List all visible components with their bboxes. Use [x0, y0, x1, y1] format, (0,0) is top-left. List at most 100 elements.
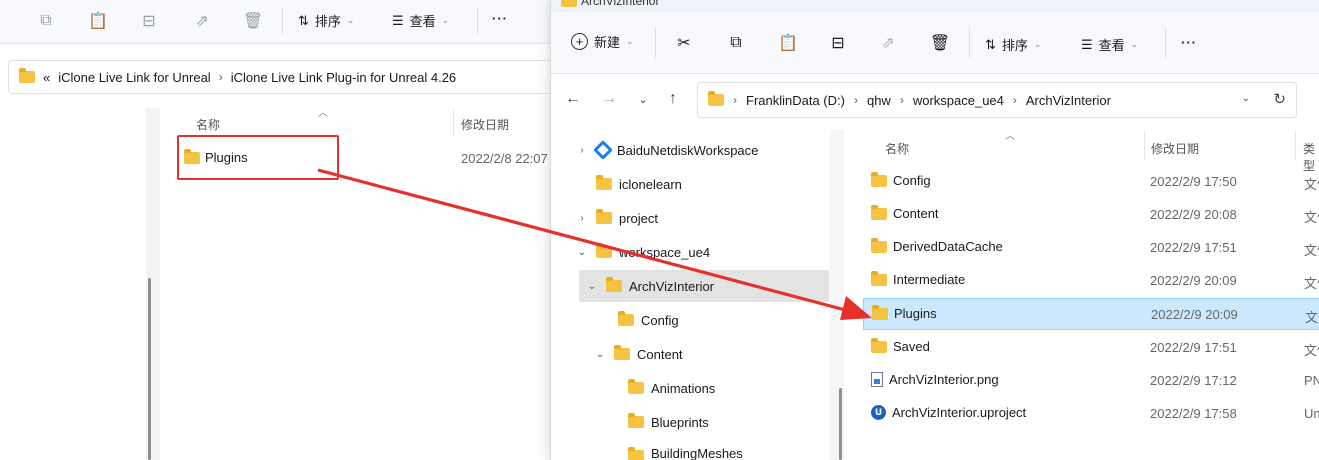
new-button[interactable]: + 新建 ⌄: [571, 32, 634, 51]
rename-icon[interactable]: ⊟: [827, 32, 849, 54]
column-divider[interactable]: [1295, 132, 1296, 160]
folder-icon: [871, 237, 887, 253]
breadcrumb-item[interactable]: iClone Live Link for Unreal: [58, 70, 210, 85]
nav-pane-scrollbar-thumb[interactable]: [148, 278, 151, 460]
breadcrumb-separator-icon: ›: [853, 93, 858, 107]
file-row[interactable]: Intermediate 2022/2/9 20:09 文件夹: [863, 265, 1319, 295]
tree-item-buildingmeshes[interactable]: BuildingMeshes: [607, 442, 827, 460]
address-dropdown-icon[interactable]: ⌄: [1242, 93, 1250, 104]
folder-icon: [871, 337, 887, 353]
file-row[interactable]: Config 2022/2/9 17:50 文件夹: [863, 166, 1319, 196]
share-icon[interactable]: ⇗: [877, 32, 899, 54]
expand-chevron-icon[interactable]: ⌄: [593, 349, 607, 360]
tree-item-blueprints[interactable]: Blueprints: [607, 406, 827, 438]
file-row[interactable]: U ArchVizInterior.uproject 2022/2/9 17:58…: [863, 398, 1319, 428]
expand-chevron-icon[interactable]: ⌄: [575, 247, 589, 258]
tree-item-workspace-ue4[interactable]: ⌄ workspace_ue4: [575, 236, 825, 268]
file-row[interactable]: DerivedDataCache 2022/2/9 17:51 文件夹: [863, 232, 1319, 262]
file-name: ArchVizInterior.png: [889, 372, 999, 387]
new-label: 新建: [594, 35, 621, 50]
expand-chevron-icon[interactable]: ›: [575, 213, 589, 224]
tree-item-label: BaiduNetdiskWorkspace: [617, 142, 759, 158]
breadcrumb-item[interactable]: qhw: [867, 93, 891, 108]
column-header-date[interactable]: 修改日期: [461, 116, 509, 133]
sort-caret-icon: ︿: [318, 108, 328, 119]
file-row[interactable]: Saved 2022/2/9 17:51 文件夹: [863, 332, 1319, 362]
recent-chevron-icon[interactable]: ⌄: [633, 93, 653, 106]
view-button[interactable]: ☰ 查看 ⌄: [1081, 35, 1138, 54]
share-icon[interactable]: ⇗: [190, 9, 214, 33]
more-button[interactable]: ···: [492, 11, 508, 26]
paste-icon[interactable]: 📋: [86, 9, 110, 33]
file-date: 2022/2/9 17:12: [1150, 373, 1237, 388]
folder-icon: [628, 413, 644, 428]
refresh-icon[interactable]: ↻: [1273, 90, 1286, 108]
file-type: 文件夹: [1304, 343, 1319, 358]
file-date: 2022/2/9 20:09: [1151, 307, 1238, 322]
more-button[interactable]: ···: [1181, 35, 1197, 50]
chevron-down-icon: ⌄: [441, 15, 450, 25]
right-address-bar[interactable]: › FranklinData (D:) › qhw › workspace_ue…: [697, 82, 1297, 118]
file-type: 文件夹: [1304, 276, 1319, 291]
folder-icon: [596, 209, 612, 224]
tree-item-baidunetdisk[interactable]: › BaiduNetdiskWorkspace: [575, 134, 825, 166]
column-divider[interactable]: [453, 110, 454, 136]
copy-icon[interactable]: ⧉: [725, 32, 747, 54]
chevron-down-icon: ⌄: [626, 36, 634, 46]
column-header-date[interactable]: 修改日期: [1151, 140, 1199, 157]
rename-icon[interactable]: ⊟: [137, 9, 161, 33]
tree-item-config[interactable]: Config: [597, 304, 827, 336]
breadcrumb-separator-icon: ›: [218, 70, 223, 84]
up-arrow-icon[interactable]: ↑: [663, 90, 683, 108]
file-row[interactable]: Content 2022/2/9 20:08 文件夹: [863, 199, 1319, 229]
expand-chevron-icon[interactable]: ⌄: [585, 281, 599, 292]
tree-scrollbar-thumb[interactable]: [839, 388, 842, 460]
title-bar[interactable]: ArchVizInterior: [551, 0, 1319, 12]
breadcrumb-item[interactable]: ArchVizInterior: [1026, 93, 1111, 108]
tree-item-archvizinterior[interactable]: ⌄ ArchVizInterior: [579, 270, 829, 302]
file-type: 文件夹: [1305, 310, 1319, 325]
column-divider[interactable]: [1144, 132, 1145, 160]
toolbar-divider: [969, 28, 970, 58]
navigation-tree: › BaiduNetdiskWorkspace iclonelearn › pr…: [551, 130, 831, 460]
png-file-icon: [871, 372, 883, 387]
tree-item-project[interactable]: › project: [575, 202, 825, 234]
folder-icon: [596, 175, 612, 190]
cut-icon[interactable]: ✂: [673, 32, 695, 54]
file-row[interactable]: ArchVizInterior.png 2022/2/9 17:12 PNG: [863, 365, 1319, 395]
tree-item-label: Config: [641, 312, 679, 328]
breadcrumb-separator-icon: ›: [733, 93, 737, 107]
copy-icon[interactable]: ⧉: [34, 9, 58, 33]
file-type: PNG: [1304, 373, 1319, 388]
delete-icon[interactable]: 🗑: [241, 9, 265, 33]
toolbar-divider: [477, 8, 478, 34]
forward-arrow-icon[interactable]: →: [599, 90, 619, 108]
expand-chevron-icon[interactable]: ›: [575, 145, 589, 156]
file-name: Content: [893, 206, 939, 221]
window-title: ArchVizInterior: [581, 0, 660, 8]
file-row-selected[interactable]: Plugins 2022/2/9 20:09 文件夹: [863, 298, 1319, 330]
paste-icon[interactable]: 📋: [777, 32, 799, 54]
tree-item-animations[interactable]: Animations: [607, 372, 827, 404]
breadcrumb-item[interactable]: iClone Live Link Plug-in for Unreal 4.26: [231, 70, 456, 85]
left-address-bar[interactable]: « iClone Live Link for Unreal › iClone L…: [8, 60, 552, 94]
back-arrow-icon[interactable]: ←: [563, 90, 583, 108]
view-icon: ☰: [1081, 36, 1093, 52]
sort-button[interactable]: ⇅ 排序 ⌄: [985, 35, 1041, 54]
delete-icon[interactable]: 🗑: [929, 32, 951, 54]
folder-icon: [606, 277, 622, 292]
breadcrumb-item[interactable]: FranklinData (D:): [746, 93, 845, 108]
sort-label: 排序: [314, 14, 341, 29]
breadcrumb-item[interactable]: workspace_ue4: [913, 93, 1004, 108]
toolbar-divider: [655, 28, 656, 58]
column-header-name[interactable]: 名称: [885, 140, 909, 157]
sort-button[interactable]: ⇅ 排序 ⌄: [298, 11, 354, 30]
tree-item-iclonelearn[interactable]: iclonelearn: [575, 168, 825, 200]
file-date: 2022/2/9 20:09: [1150, 273, 1237, 288]
baidu-icon: [593, 140, 613, 160]
breadcrumb-separator-icon: ›: [899, 93, 904, 107]
view-button[interactable]: ☰ 查看 ⌄: [392, 11, 449, 30]
breadcrumb-overflow[interactable]: «: [43, 70, 50, 85]
column-header-name[interactable]: 名称: [196, 116, 220, 133]
tree-item-content[interactable]: ⌄ Content: [593, 338, 823, 370]
